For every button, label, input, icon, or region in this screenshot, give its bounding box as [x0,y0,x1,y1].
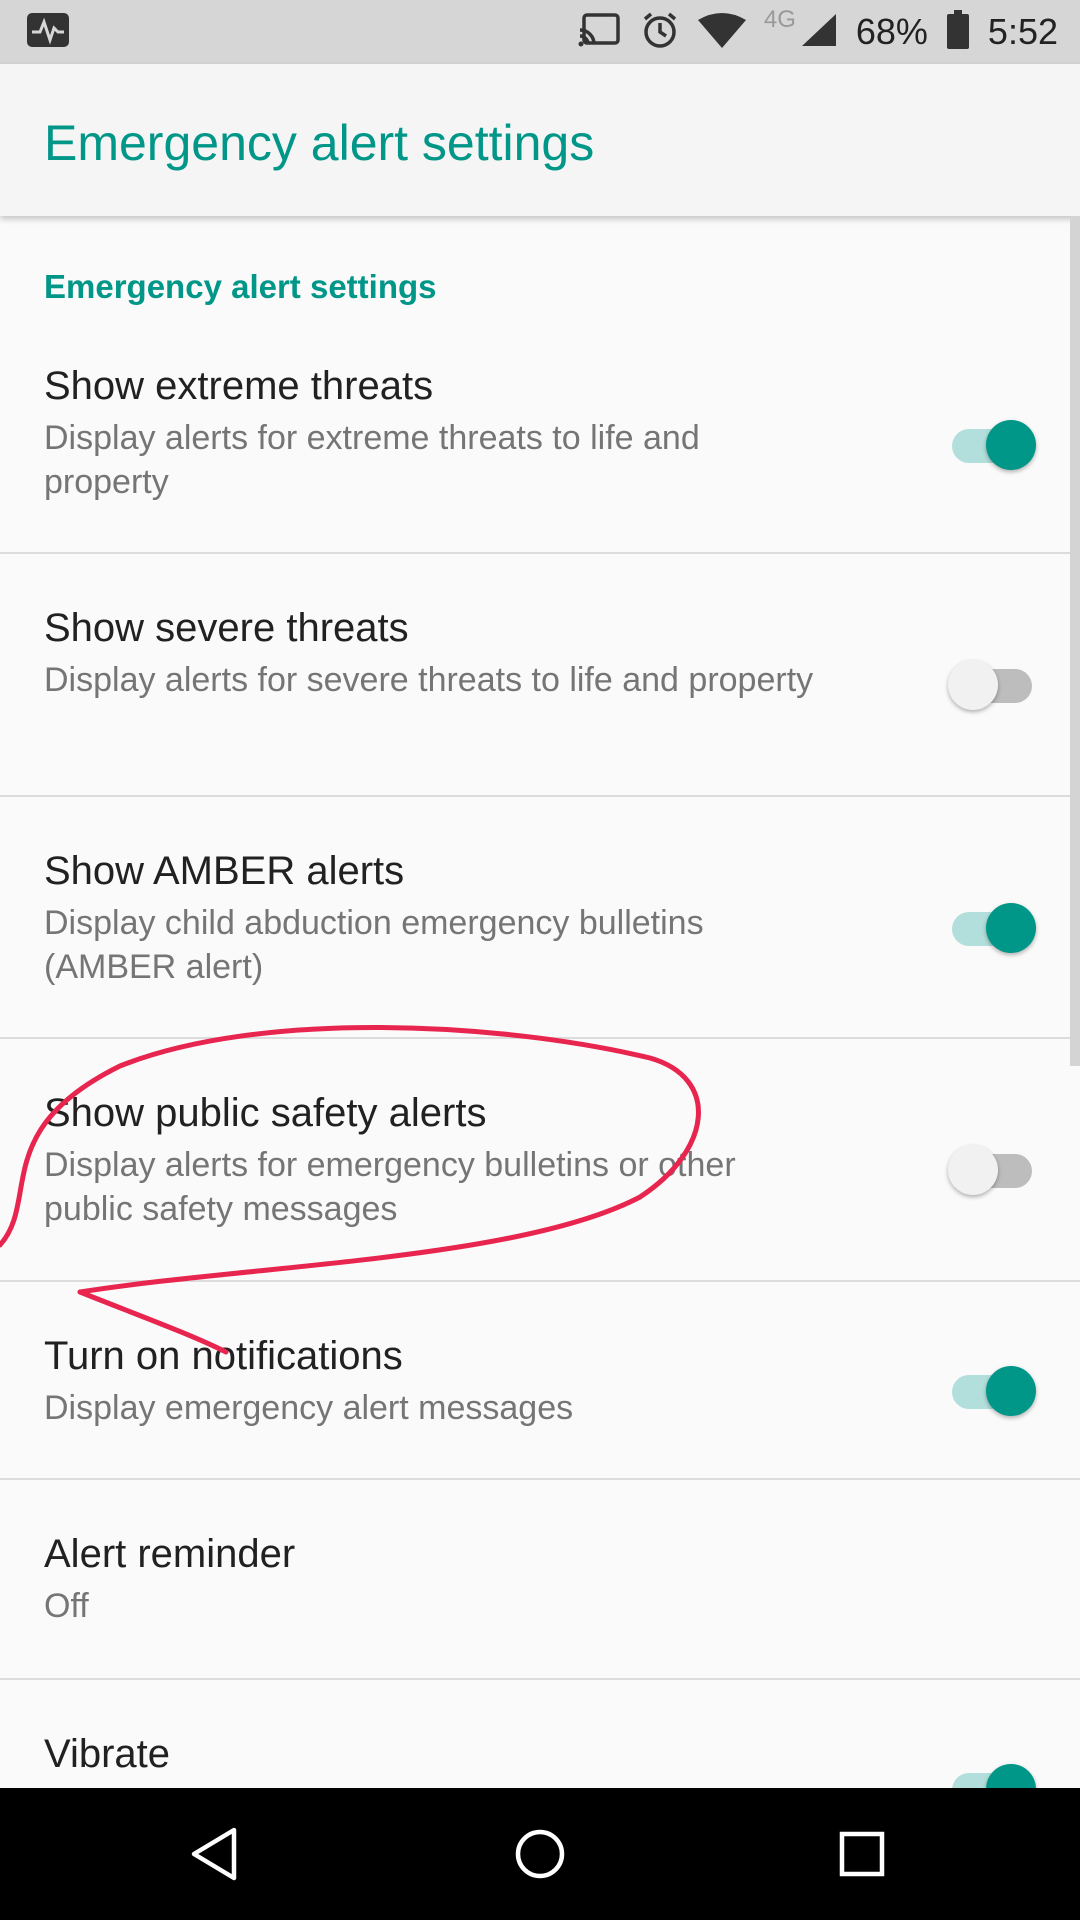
settings-list: Emergency alert settings Show extreme th… [0,216,1080,1788]
pref-summary: Display alerts for emergency bulletins o… [44,1146,736,1228]
pref-summary: Off [44,1587,89,1625]
pref-alert-reminder[interactable]: Alert reminder Off [0,1480,1080,1680]
pref-title: Show AMBER alerts [44,849,405,893]
pref-summary: Display alerts for extreme threats to li… [44,419,700,501]
toggle-switch[interactable] [948,897,1036,957]
toggle-switch[interactable] [948,1139,1036,1199]
pref-show-public-safety-alerts[interactable]: Show public safety alerts Display alerts… [0,1039,1080,1282]
pref-title: Turn on notifications [44,1334,403,1378]
pref-summary: Display alerts for severe threats to lif… [44,661,814,699]
toggle-switch[interactable] [948,414,1036,474]
battery-percent: 68% [855,11,928,52]
section-header: Emergency alert settings [44,268,437,305]
pref-summary: Display child abduction emergency bullet… [44,904,704,986]
scrollbar[interactable] [1070,216,1080,1066]
signal-icon [800,12,838,53]
recents-icon[interactable] [826,1818,898,1890]
toggle-switch[interactable] [948,654,1036,714]
pref-title: Alert reminder [44,1532,296,1576]
page-title: Emergency alert settings [44,115,595,171]
pref-turn-on-notifications[interactable]: Turn on notifications Display emergency … [0,1282,1080,1480]
home-icon[interactable] [504,1818,576,1890]
battery-icon [946,9,970,55]
pref-title: Show public safety alerts [44,1091,487,1135]
pref-title: Show extreme threats [44,364,434,408]
pulse-icon [26,12,70,53]
pref-vibrate[interactable]: Vibrate [0,1680,1080,1788]
network-type: 4G [763,6,796,33]
pref-show-severe-threats[interactable]: Show severe threats Display alerts for s… [0,554,1080,797]
pref-title: Show severe threats [44,606,409,650]
pref-show-amber-alerts[interactable]: Show AMBER alerts Display child abductio… [0,797,1080,1039]
toggle-switch[interactable] [948,1758,1036,1788]
toggle-switch[interactable] [948,1360,1036,1420]
wifi-icon [697,12,746,53]
clock: 5:52 [987,11,1058,52]
alarm-icon [640,10,680,55]
status-bar: 4G 68% 5:52 [0,0,1080,64]
navigation-bar [0,1788,1080,1920]
pref-title: Vibrate [44,1732,171,1776]
cast-icon [578,12,622,53]
app-bar: Emergency alert settings [0,64,1080,216]
back-icon[interactable] [180,1818,252,1890]
pref-show-extreme-threats[interactable]: Show extreme threats Display alerts for … [0,334,1080,554]
pref-summary: Display emergency alert messages [44,1389,574,1427]
